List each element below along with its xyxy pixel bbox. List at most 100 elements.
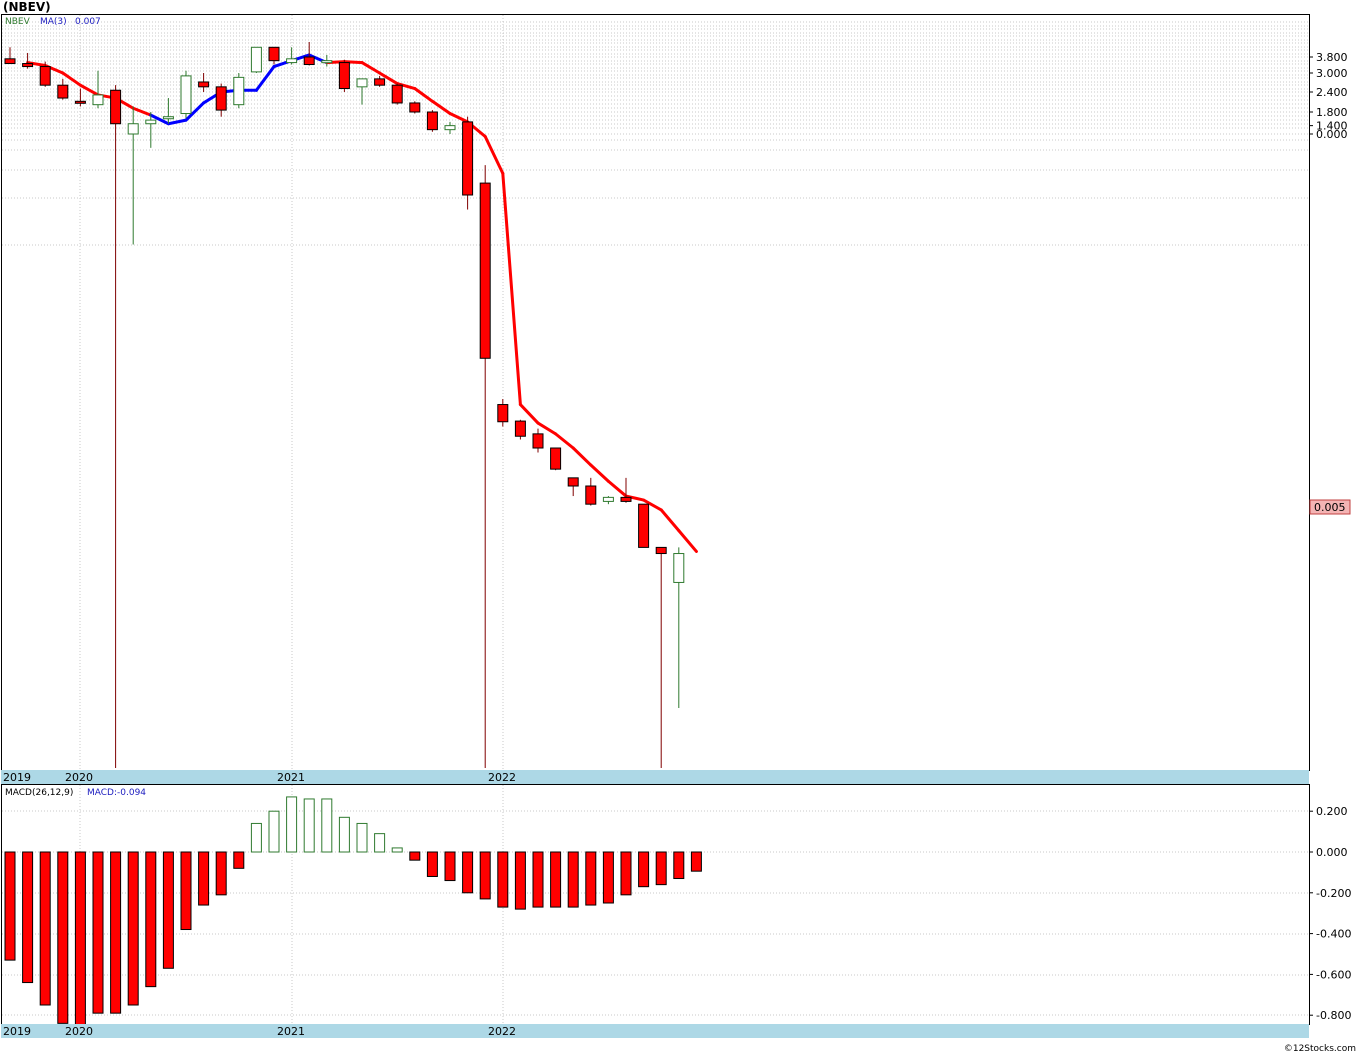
- macd-x-label: 2019: [3, 1025, 31, 1038]
- macd-bar: [92, 851, 104, 1014]
- candle-body: [602, 496, 614, 502]
- macd-bar: [585, 851, 597, 906]
- chart-canvas: (NBEV) 3.8003.0002.4001.8001.4000.000 NB…: [0, 0, 1360, 1056]
- macd-bar: [303, 798, 315, 853]
- macd-bar: [462, 851, 474, 894]
- footer-copyright: ©12Stocks.com: [1284, 1044, 1356, 1054]
- candle-body: [655, 546, 667, 555]
- macd-bar: [198, 851, 210, 906]
- macd-bar: [690, 851, 702, 872]
- candle-body: [585, 485, 597, 505]
- macd-bar: [409, 851, 421, 861]
- macd-bar: [497, 851, 509, 908]
- macd-bar: [57, 851, 69, 1024]
- price-x-label: 2019: [3, 771, 31, 784]
- macd-bar: [268, 810, 280, 853]
- macd-bar: [444, 851, 456, 882]
- macd-bar: [286, 796, 298, 853]
- macd-bar: [602, 851, 614, 904]
- candle-body: [145, 119, 157, 125]
- candle-body: [198, 81, 210, 88]
- macd-bar: [620, 851, 632, 896]
- price-y-tick-label: 0.000: [1316, 128, 1348, 141]
- macd-bar: [250, 822, 262, 853]
- candle-body: [567, 477, 579, 487]
- candle-body: [532, 433, 544, 449]
- macd-bar: [550, 851, 562, 908]
- candle-body: [514, 420, 526, 437]
- macd-bar: [567, 851, 579, 908]
- candle-body: [673, 553, 685, 583]
- price-y-tick-label: 3.000: [1316, 67, 1348, 80]
- macd-x-label: 2020: [65, 1025, 93, 1038]
- macd-bar: [127, 851, 139, 1006]
- macd-y-tick-label: 0.200: [1316, 805, 1348, 818]
- candle-body: [4, 58, 16, 65]
- macd-bar: [514, 851, 526, 910]
- macd-bar: [638, 851, 650, 888]
- macd-y-tick-label: -0.200: [1316, 887, 1351, 900]
- price-x-label: 2021: [277, 771, 305, 784]
- macd-y-tick-label: -0.800: [1316, 1009, 1351, 1022]
- macd-bar: [479, 851, 491, 900]
- candle-body: [110, 89, 122, 125]
- macd-bar: [162, 851, 174, 969]
- candle-body: [74, 100, 86, 104]
- candle-body: [250, 46, 262, 73]
- macd-bar: [233, 851, 245, 869]
- candle-body: [286, 58, 298, 64]
- legend-symbol: NBEV: [5, 17, 31, 27]
- candle-body: [57, 84, 69, 99]
- candle-body: [374, 78, 386, 86]
- macd-x-label: 2021: [277, 1025, 305, 1038]
- macd-bar: [356, 822, 368, 853]
- candle-body: [127, 123, 139, 135]
- candle-body: [356, 78, 368, 88]
- price-y-tick-label: 1.800: [1316, 106, 1348, 119]
- macd-bar: [321, 798, 333, 853]
- candle-body: [215, 86, 227, 111]
- candle-body: [268, 46, 280, 62]
- macd-bar: [145, 851, 157, 988]
- candle-body: [409, 102, 421, 113]
- price-y-tick-label: 3.800: [1316, 51, 1348, 64]
- candle-body: [444, 125, 456, 131]
- macd-bar: [74, 851, 86, 1028]
- macd-x-label: 2022: [488, 1025, 516, 1038]
- candle-body: [233, 76, 245, 106]
- macd-bar: [215, 851, 227, 896]
- candle-body: [321, 60, 333, 64]
- legend-ma-value: 0.007: [75, 17, 101, 27]
- macd-bar: [374, 833, 386, 853]
- candle-body: [497, 404, 509, 423]
- candle-body: [479, 182, 491, 359]
- candle-body: [22, 63, 34, 68]
- macd-bar: [426, 851, 438, 877]
- macd-legend-value: MACD:-0.094: [87, 788, 146, 798]
- legend-ma-label: MA(3): [40, 17, 67, 27]
- chart-title: (NBEV): [3, 0, 51, 14]
- price-x-label: 2022: [488, 771, 516, 784]
- macd-legend-label: MACD(26,12,9): [5, 788, 73, 798]
- price-x-label: 2020: [65, 771, 93, 784]
- macd-y-tick-label: -0.400: [1316, 928, 1351, 941]
- macd-bar: [338, 816, 350, 853]
- candle-body: [92, 94, 104, 106]
- price-y-tick-label: 2.400: [1316, 86, 1348, 99]
- macd-bar: [22, 851, 34, 984]
- price-x-axis-band: [1, 770, 1309, 784]
- macd-x-axis-band: [1, 1024, 1309, 1038]
- candle-body: [462, 121, 474, 196]
- candle-body: [162, 116, 174, 120]
- candle-body: [550, 447, 562, 470]
- macd-panel: [1, 784, 1310, 1025]
- candle-body: [638, 503, 650, 548]
- macd-bar: [180, 851, 192, 931]
- macd-bar: [391, 847, 403, 853]
- candle-body: [620, 496, 632, 502]
- macd-y-tick-label: -0.600: [1316, 968, 1351, 981]
- macd-bar: [655, 851, 667, 886]
- candle-body: [338, 62, 350, 90]
- macd-bar: [4, 851, 16, 961]
- last-price-label: 0.005: [1314, 501, 1346, 514]
